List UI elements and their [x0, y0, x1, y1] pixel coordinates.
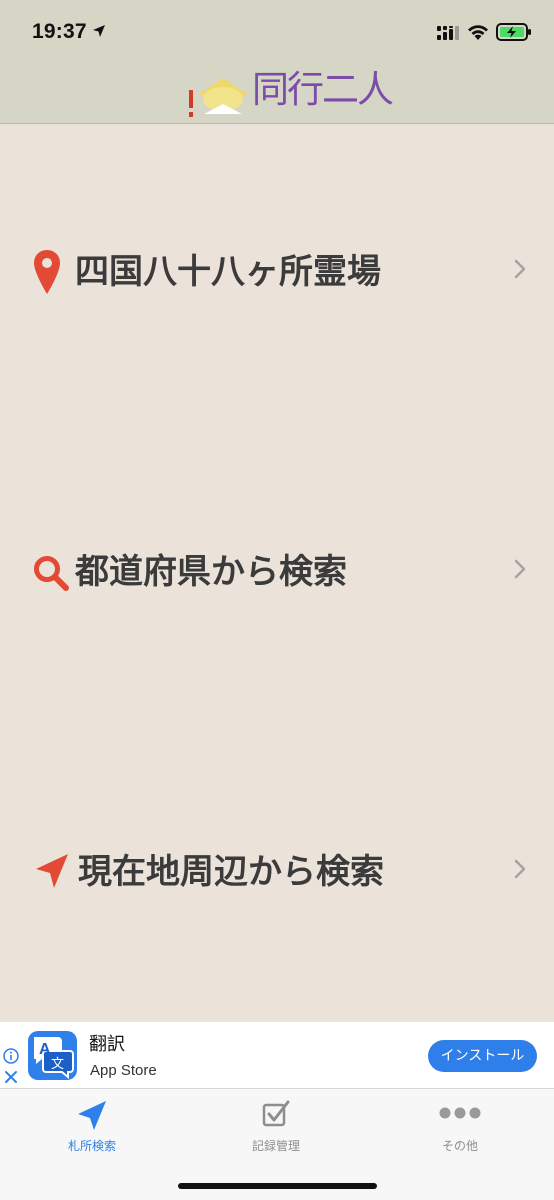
tab-icon-wrap [368, 1105, 552, 1124]
tab-icon-wrap [184, 1099, 368, 1133]
chevron-right-icon [514, 259, 526, 279]
translate-glyph-b: 文 [51, 1057, 64, 1072]
tab-icon-wrap [0, 1099, 184, 1137]
ad-subtitle: App Store [90, 1062, 157, 1079]
map-pin-icon [34, 250, 60, 294]
header-bar: 同行二人 [0, 62, 554, 124]
tab-records[interactable]: 記録管理 [184, 1089, 368, 1169]
status-time: 19:37 [32, 20, 87, 43]
location-arrow-icon [78, 1101, 106, 1130]
app-logo-icon [189, 78, 248, 117]
search-icon [34, 556, 69, 591]
chevron-right-icon [514, 859, 526, 879]
status-bar: 19:37 [0, 0, 554, 62]
app-logo-text: 同行二人 [252, 68, 394, 111]
wifi-icon [468, 25, 488, 40]
translate-app-icon[interactable]: A 文 [28, 1031, 77, 1080]
info-icon[interactable] [3, 1048, 19, 1064]
checkbox-edit-icon [262, 1100, 290, 1127]
translate-glyph-icon: A 文 [34, 1037, 74, 1080]
menu-item-label: 四国八十八ヶ所霊場 [75, 252, 381, 292]
home-indicator[interactable] [178, 1183, 377, 1189]
cellular-signal-icon [437, 26, 459, 40]
menu-item-search-nearby[interactable]: 現在地周辺から検索 [0, 832, 554, 912]
install-button[interactable]: インストール [428, 1040, 537, 1072]
tab-label: 記録管理 [251, 1139, 300, 1153]
menu-item-label: 現在地周辺から検索 [78, 852, 384, 892]
menu-item-label: 都道府県から検索 [75, 552, 347, 592]
more-dots-icon [439, 1107, 481, 1119]
tab-label: 札所検索 [67, 1139, 116, 1153]
translate-glyph-a: A [39, 1041, 51, 1058]
tab-other[interactable]: その他 [368, 1089, 552, 1169]
menu-item-shikoku-88[interactable]: 四国八十八ヶ所霊場 [0, 232, 554, 312]
battery-charging-icon [496, 23, 531, 41]
tab-label: その他 [441, 1139, 478, 1153]
ad-banner[interactable]: A 文 翻訳 App Store インストール [0, 1022, 554, 1088]
menu-item-search-prefecture[interactable]: 都道府県から検索 [0, 532, 554, 612]
ad-title: 翻訳 [89, 1034, 125, 1055]
location-arrow-icon [36, 854, 68, 888]
chevron-right-icon [514, 559, 526, 579]
tab-search-temples[interactable]: 札所検索 [0, 1089, 184, 1169]
close-icon[interactable] [4, 1070, 18, 1084]
location-services-icon [93, 25, 105, 37]
